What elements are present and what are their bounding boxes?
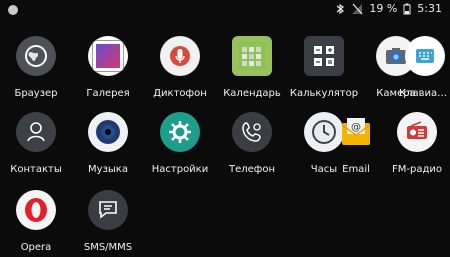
app-music[interactable]: Музыка xyxy=(72,106,144,176)
status-bar: 19 % 5:31 xyxy=(0,0,450,22)
notification-dot-icon xyxy=(8,5,18,15)
calculator-icon xyxy=(304,36,344,76)
app-label: Галерея xyxy=(86,88,130,99)
app-contacts[interactable]: Контакты xyxy=(0,106,72,176)
app-label: Opera xyxy=(20,242,52,253)
settings-icon xyxy=(160,112,200,152)
microphone-icon xyxy=(160,36,200,76)
app-calculator[interactable]: Калькулятор xyxy=(288,30,360,100)
app-gallery[interactable]: Галерея xyxy=(72,30,144,100)
svg-text:@: @ xyxy=(351,122,361,133)
status-right: 19 % 5:31 xyxy=(335,2,442,15)
app-phone[interactable]: Телефон xyxy=(216,106,288,176)
bluetooth-icon xyxy=(335,3,345,15)
globe-icon xyxy=(16,36,56,76)
app-label: FM-радио xyxy=(392,164,442,175)
radio-icon xyxy=(397,112,437,152)
app-label: Диктофон xyxy=(153,88,207,99)
music-icon xyxy=(88,112,128,152)
no-signal-icon xyxy=(351,3,363,15)
app-grid: Браузер Галерея Диктофон Календарь Кальк… xyxy=(0,30,450,257)
battery-icon xyxy=(403,3,411,15)
clock-time: 5:31 xyxy=(417,2,442,15)
app-label: Музыка xyxy=(88,164,128,175)
contacts-icon xyxy=(16,112,56,152)
app-label: Клавиатура... xyxy=(399,88,450,99)
app-recorder[interactable]: Диктофон xyxy=(144,30,216,100)
app-keyboard[interactable]: Клавиатура... xyxy=(399,30,450,100)
phone-icon xyxy=(232,112,272,152)
app-label: Email xyxy=(342,164,370,175)
opera-icon xyxy=(16,190,56,230)
app-label: Телефон xyxy=(228,164,275,175)
home-screen: 19 % 5:31 Браузер Галерея Диктофон Кален… xyxy=(0,0,450,257)
app-label: Контакты xyxy=(10,164,62,175)
app-label: SMS/MMS xyxy=(83,242,133,253)
gallery-icon xyxy=(88,36,128,76)
email-icon: @ xyxy=(336,112,376,152)
app-settings[interactable]: Настройки xyxy=(144,106,216,176)
app-opera[interactable]: Opera xyxy=(0,184,72,254)
app-calendar[interactable]: Календарь xyxy=(216,30,288,100)
calendar-icon xyxy=(232,36,272,76)
sms-icon xyxy=(88,190,128,230)
app-sms-mms[interactable]: SMS/MMS xyxy=(72,184,144,254)
app-browser[interactable]: Браузер xyxy=(0,30,72,100)
app-email[interactable]: @ Email xyxy=(320,106,392,176)
keyboard-icon xyxy=(405,36,445,76)
app-fm-radio[interactable]: FM-радио xyxy=(384,106,450,176)
battery-percent: 19 % xyxy=(369,2,398,15)
app-label: Браузер xyxy=(14,88,58,99)
app-label: Калькулятор xyxy=(289,88,359,99)
app-label: Календарь xyxy=(223,88,281,99)
app-label: Настройки xyxy=(151,164,209,175)
